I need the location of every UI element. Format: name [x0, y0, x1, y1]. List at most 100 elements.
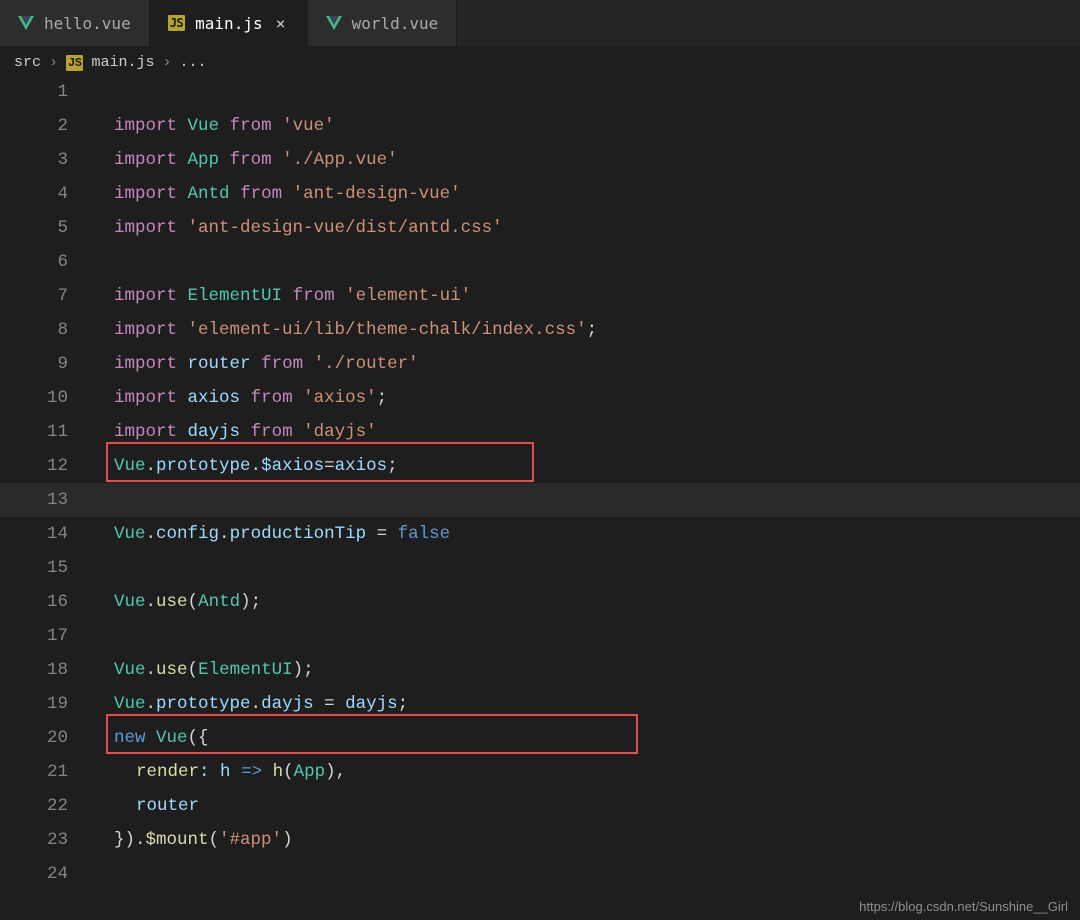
- code-line[interactable]: 21render: h => h(App),: [0, 755, 1080, 789]
- token-pu: [177, 422, 188, 442]
- token-fn: h: [273, 762, 284, 782]
- code-line[interactable]: 24: [0, 857, 1080, 891]
- token-cl: App: [294, 762, 326, 782]
- code-content[interactable]: }).$mount('#app'): [86, 823, 1080, 857]
- code-line[interactable]: 11import dayjs from 'dayjs': [0, 415, 1080, 449]
- code-content[interactable]: import App from './App.vue': [86, 143, 1080, 177]
- code-content[interactable]: import 'ant-design-vue/dist/antd.css': [86, 211, 1080, 245]
- line-number: 20: [0, 721, 78, 755]
- line-number: 8: [0, 313, 78, 347]
- code-line[interactable]: 23}).$mount('#app'): [0, 823, 1080, 857]
- token-pu: [303, 354, 314, 374]
- code-line[interactable]: 5import 'ant-design-vue/dist/antd.css': [0, 211, 1080, 245]
- code-content[interactable]: import axios from 'axios';: [86, 381, 1080, 415]
- token-pu: (: [209, 830, 220, 850]
- token-st: 'dayjs': [303, 422, 377, 442]
- token-pu: (: [283, 762, 294, 782]
- code-line[interactable]: 16Vue.use(Antd);: [0, 585, 1080, 619]
- token-pu: ): [282, 830, 293, 850]
- tab-main-js[interactable]: JSmain.js×: [150, 0, 308, 46]
- code-content[interactable]: import Antd from 'ant-design-vue': [86, 177, 1080, 211]
- line-number: 1: [0, 75, 78, 109]
- token-pu: ),: [325, 762, 346, 782]
- token-pu: );: [293, 660, 314, 680]
- token-pu: ;: [377, 388, 388, 408]
- token-va: router: [136, 796, 199, 816]
- token-cl: Vue: [114, 660, 146, 680]
- line-number: 7: [0, 279, 78, 313]
- token-pu: .: [146, 592, 157, 612]
- token-cl: Antd: [198, 592, 240, 612]
- code-line[interactable]: 20new Vue({: [0, 721, 1080, 755]
- code-line[interactable]: 6: [0, 245, 1080, 279]
- tab-hello-vue[interactable]: hello.vue: [0, 0, 150, 46]
- code-line[interactable]: 14Vue.config.productionTip = false: [0, 517, 1080, 551]
- token-pu: .: [146, 524, 157, 544]
- code-line[interactable]: 7import ElementUI from 'element-ui': [0, 279, 1080, 313]
- token-fn: use: [156, 592, 188, 612]
- code-line[interactable]: 12Vue.prototype.$axios=axios;: [0, 449, 1080, 483]
- token-co: false: [398, 524, 451, 544]
- code-line[interactable]: 10import axios from 'axios';: [0, 381, 1080, 415]
- code-line[interactable]: 9import router from './router': [0, 347, 1080, 381]
- token-va: prototype: [156, 694, 251, 714]
- token-st: '#app': [219, 830, 282, 850]
- code-line[interactable]: 22router: [0, 789, 1080, 823]
- line-number: 12: [0, 449, 78, 483]
- code-line[interactable]: 15: [0, 551, 1080, 585]
- code-content[interactable]: Vue.prototype.$axios=axios;: [86, 449, 1080, 483]
- code-editor[interactable]: 12import Vue from 'vue'3import App from …: [0, 75, 1080, 891]
- token-pu: ({: [188, 728, 209, 748]
- breadcrumb-file[interactable]: main.js: [91, 54, 154, 71]
- token-va: dayjs: [345, 694, 398, 714]
- line-number: 9: [0, 347, 78, 381]
- code-content[interactable]: Vue.prototype.dayjs = dayjs;: [86, 687, 1080, 721]
- code-content[interactable]: import ElementUI from 'element-ui': [86, 279, 1080, 313]
- token-st: './App.vue': [282, 150, 398, 170]
- vue-file-icon: [326, 16, 342, 30]
- code-content[interactable]: Vue.use(ElementUI);: [86, 653, 1080, 687]
- token-cl: Vue: [114, 694, 146, 714]
- code-content[interactable]: Vue.use(Antd);: [86, 585, 1080, 619]
- code-line[interactable]: 3import App from './App.vue': [0, 143, 1080, 177]
- code-content[interactable]: import dayjs from 'dayjs': [86, 415, 1080, 449]
- tab-world-vue[interactable]: world.vue: [308, 0, 458, 46]
- code-content[interactable]: new Vue({: [86, 721, 1080, 755]
- code-line[interactable]: 2import Vue from 'vue': [0, 109, 1080, 143]
- code-line[interactable]: 1: [0, 75, 1080, 109]
- code-content[interactable]: import Vue from 'vue': [86, 109, 1080, 143]
- token-pu: [262, 762, 273, 782]
- code-line[interactable]: 4import Antd from 'ant-design-vue': [0, 177, 1080, 211]
- tab-bar: hello.vueJSmain.js×world.vue: [0, 0, 1080, 46]
- code-content[interactable]: import router from './router': [86, 347, 1080, 381]
- token-pu: =: [324, 456, 335, 476]
- code-content[interactable]: render: h => h(App),: [86, 755, 1080, 789]
- token-pu: [146, 728, 157, 748]
- line-number: 4: [0, 177, 78, 211]
- breadcrumb-folder[interactable]: src: [14, 54, 41, 71]
- code-line[interactable]: 17: [0, 619, 1080, 653]
- token-pu: [272, 116, 283, 136]
- token-pu: =: [314, 694, 346, 714]
- code-line[interactable]: 19Vue.prototype.dayjs = dayjs;: [0, 687, 1080, 721]
- line-number: 11: [0, 415, 78, 449]
- token-cl: ElementUI: [198, 660, 293, 680]
- code-line[interactable]: 18Vue.use(ElementUI);: [0, 653, 1080, 687]
- token-kw: from: [251, 422, 293, 442]
- code-content[interactable]: Vue.config.productionTip = false: [86, 517, 1080, 551]
- breadcrumb-symbol[interactable]: ...: [179, 54, 206, 71]
- code-line[interactable]: 13: [0, 483, 1080, 517]
- token-cl: Vue: [114, 456, 146, 476]
- token-pu: [230, 184, 241, 204]
- token-st: 'ant-design-vue': [293, 184, 461, 204]
- token-va: $axios: [261, 456, 324, 476]
- token-kw: from: [230, 116, 272, 136]
- close-icon[interactable]: ×: [273, 14, 289, 33]
- code-content[interactable]: router: [86, 789, 1080, 823]
- chevron-right-icon: ›: [49, 54, 58, 71]
- token-kw: import: [114, 354, 177, 374]
- code-content[interactable]: import 'element-ui/lib/theme-chalk/index…: [86, 313, 1080, 347]
- token-pu: [282, 184, 293, 204]
- token-pu: .: [146, 694, 157, 714]
- code-line[interactable]: 8import 'element-ui/lib/theme-chalk/inde…: [0, 313, 1080, 347]
